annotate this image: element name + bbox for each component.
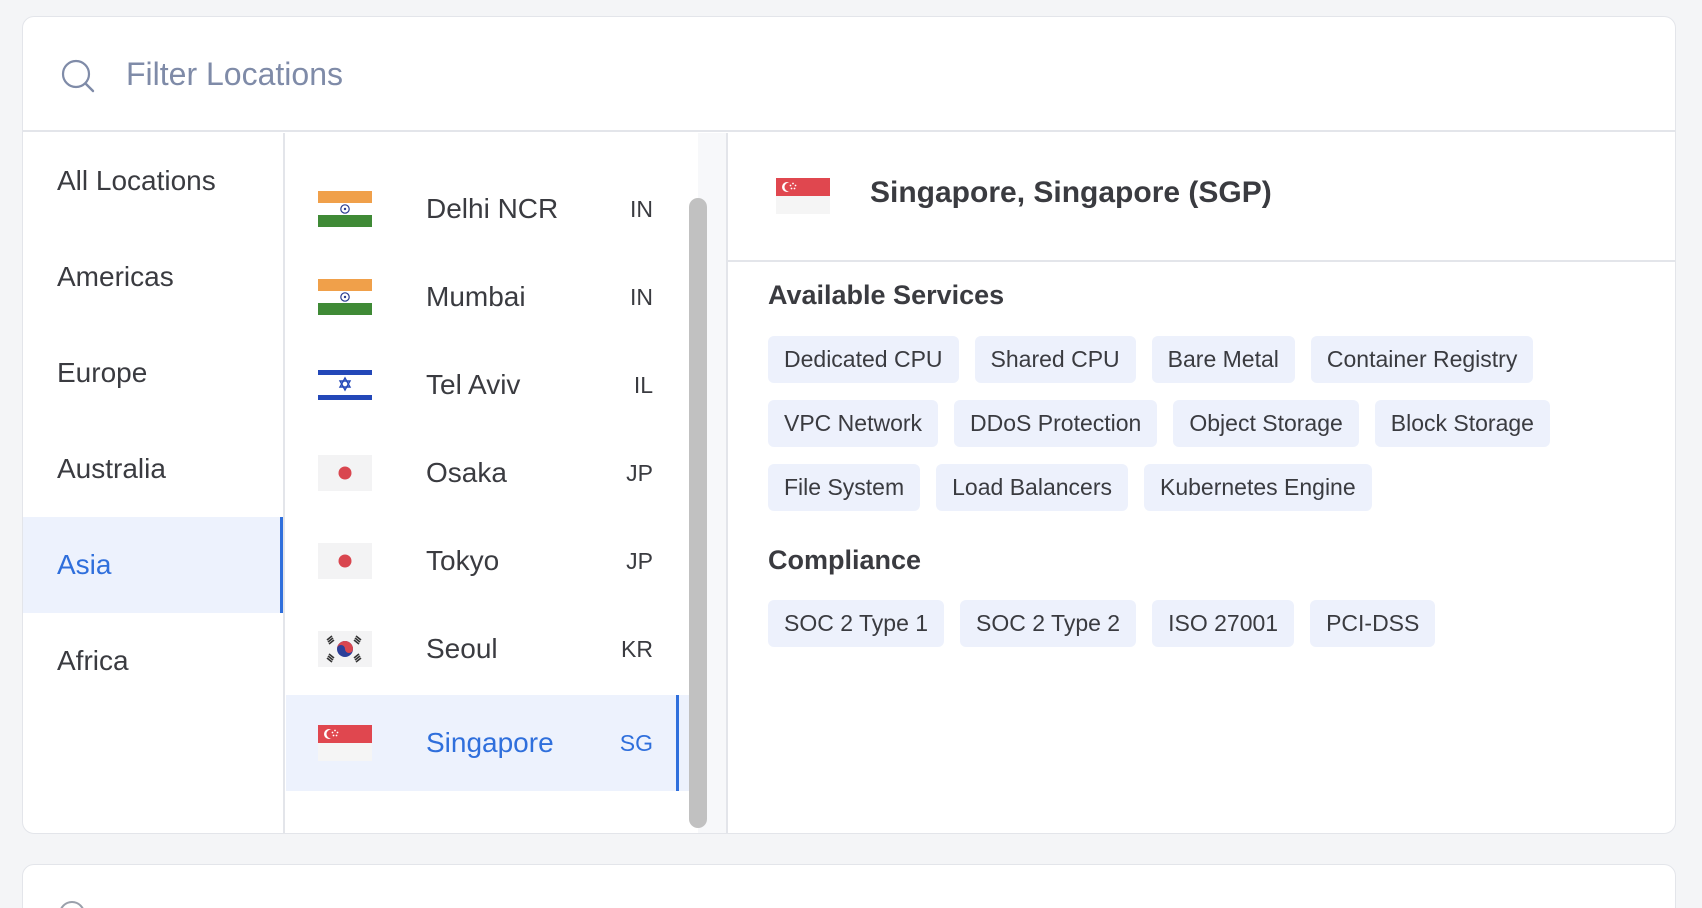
region-africa[interactable]: Africa bbox=[23, 613, 283, 709]
scrollbar-thumb[interactable] bbox=[689, 198, 707, 828]
region-australia[interactable]: Australia bbox=[23, 421, 283, 517]
service-chip: VPC Network bbox=[768, 400, 939, 447]
location-title: Singapore, Singapore (SGP) bbox=[870, 176, 1272, 209]
israel-flag-icon bbox=[318, 367, 372, 403]
city-name: Singapore bbox=[426, 727, 554, 758]
city-item-mumbai[interactable]: Mumbai IN bbox=[286, 249, 706, 345]
service-chip: DDoS Protection bbox=[954, 400, 1158, 447]
search-icon bbox=[61, 59, 95, 93]
city-list: Delhi NCR IN Mumbai IN Tel Aviv IL Osaka… bbox=[286, 133, 706, 833]
region-list: All Locations Americas Europe Australia … bbox=[23, 133, 285, 833]
city-item-tel-aviv[interactable]: Tel Aviv IL bbox=[286, 337, 706, 433]
compliance-chip-list: SOC 2 Type 1 SOC 2 Type 2 ISO 27001 PCI-… bbox=[768, 600, 1668, 647]
location-detail-panel: Singapore, Singapore (SGP) Available Ser… bbox=[728, 132, 1676, 834]
compliance-chip: SOC 2 Type 2 bbox=[960, 600, 1137, 647]
circle-icon bbox=[59, 901, 85, 908]
region-asia[interactable]: Asia bbox=[23, 517, 283, 613]
compliance-chip: PCI-DSS bbox=[1310, 600, 1436, 647]
available-services-heading: Available Services bbox=[768, 280, 1005, 310]
region-europe[interactable]: Europe bbox=[23, 325, 283, 421]
japan-flag-icon bbox=[318, 543, 372, 579]
city-name: Tel Aviv bbox=[426, 369, 521, 400]
south-korea-flag-icon bbox=[318, 631, 372, 667]
singapore-flag-icon bbox=[776, 178, 830, 214]
filter-locations-input[interactable] bbox=[126, 53, 1026, 95]
city-name: Osaka bbox=[426, 457, 507, 488]
filter-bar bbox=[23, 17, 1675, 132]
country-code: KR bbox=[621, 635, 653, 662]
next-card bbox=[22, 864, 1676, 908]
country-code: IN bbox=[630, 283, 653, 310]
city-name: Delhi NCR bbox=[426, 193, 559, 224]
country-code: JP bbox=[626, 547, 653, 574]
service-chip: Block Storage bbox=[1374, 400, 1550, 447]
service-chip: Container Registry bbox=[1310, 336, 1534, 383]
city-name: Seoul bbox=[426, 633, 498, 664]
service-chip: File System bbox=[768, 464, 921, 511]
detail-header: Singapore, Singapore (SGP) bbox=[728, 132, 1676, 262]
india-flag-icon bbox=[318, 279, 372, 315]
country-code: IN bbox=[630, 195, 653, 222]
service-chip: Object Storage bbox=[1173, 400, 1359, 447]
city-name: Tokyo bbox=[426, 545, 500, 576]
compliance-heading: Compliance bbox=[768, 545, 922, 575]
india-flag-icon bbox=[318, 191, 372, 227]
service-chip: Kubernetes Engine bbox=[1143, 464, 1372, 511]
service-chip: Load Balancers bbox=[936, 464, 1128, 511]
region-all-locations[interactable]: All Locations bbox=[23, 133, 283, 229]
service-chip: Bare Metal bbox=[1151, 336, 1295, 383]
region-americas[interactable]: Americas bbox=[23, 229, 283, 325]
country-code: SG bbox=[619, 729, 653, 756]
city-item-tokyo[interactable]: Tokyo JP bbox=[286, 513, 706, 609]
compliance-chip: SOC 2 Type 1 bbox=[768, 600, 945, 647]
compliance-chip: ISO 27001 bbox=[1152, 600, 1295, 647]
city-item-singapore[interactable]: Singapore SG bbox=[286, 695, 706, 791]
city-item-delhi-ncr[interactable]: Delhi NCR IN bbox=[286, 161, 706, 257]
service-chip: Shared CPU bbox=[974, 336, 1136, 383]
japan-flag-icon bbox=[318, 455, 372, 491]
city-item-seoul[interactable]: Seoul KR bbox=[286, 601, 706, 697]
singapore-flag-icon bbox=[318, 725, 372, 761]
services-chip-list: Dedicated CPU Shared CPU Bare Metal Cont… bbox=[768, 336, 1668, 511]
city-item-osaka[interactable]: Osaka JP bbox=[286, 425, 706, 521]
city-name: Mumbai bbox=[426, 281, 526, 312]
country-code: JP bbox=[626, 459, 653, 486]
country-code: IL bbox=[633, 371, 653, 398]
service-chip: Dedicated CPU bbox=[768, 336, 959, 383]
